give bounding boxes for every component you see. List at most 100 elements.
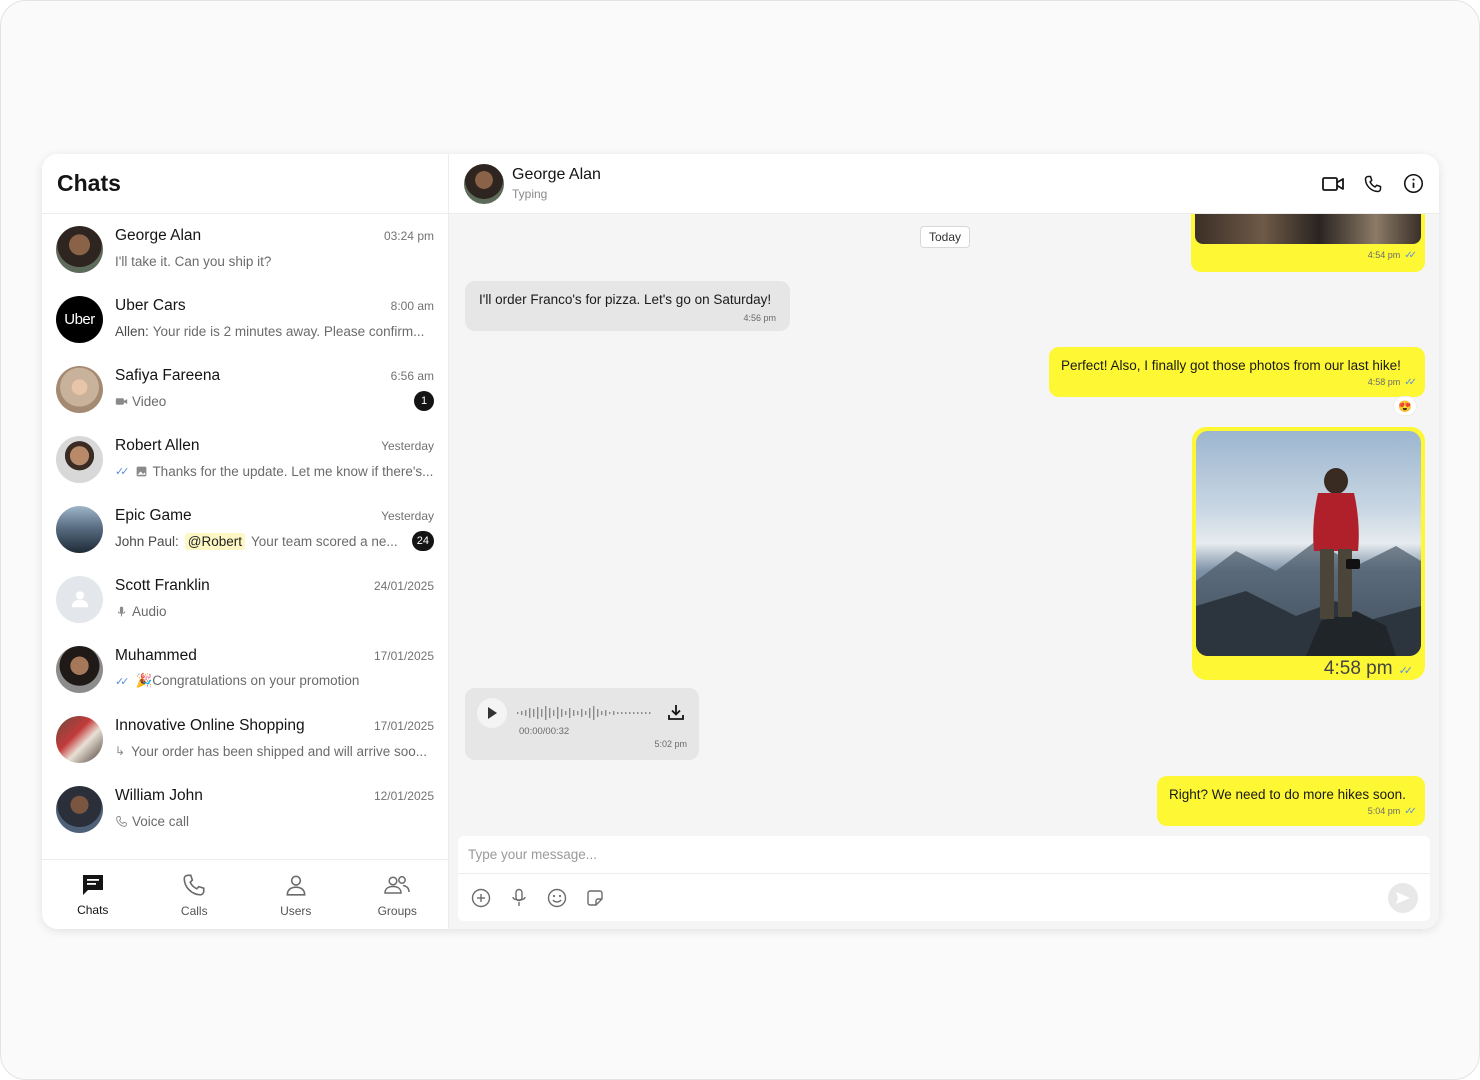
tab-calls[interactable]: Calls (144, 860, 246, 929)
preview-text: Voice call (132, 813, 190, 829)
message-time: 5:02 pm (654, 739, 687, 749)
preview-sender: Allen: (115, 323, 149, 339)
phone-icon (1364, 175, 1382, 192)
preview-text: Your team scored a ne... (251, 533, 398, 549)
message-meta: 4:58 pm ✓✓ (1061, 377, 1417, 388)
tab-groups[interactable]: Groups (347, 860, 449, 929)
chat-preview: Audio (115, 604, 434, 619)
image-icon (137, 466, 147, 476)
read-receipt-icon: ✓✓ (115, 675, 130, 688)
chat-preview: Voice call (115, 814, 434, 829)
message-meta: 5:04 pm ✓✓ (1169, 806, 1417, 817)
tab-label: Chats (77, 902, 109, 917)
info-button[interactable] (1402, 173, 1424, 195)
chat-item-robert-allen[interactable]: Robert Allen Yesterday ✓✓ Thanks for the… (42, 424, 448, 494)
chat-name: Epic Game (115, 507, 192, 524)
avatar[interactable] (464, 163, 504, 204)
video-call-button[interactable] (1322, 173, 1344, 195)
hiking-photo[interactable] (1196, 431, 1421, 656)
chat-item-william-john[interactable]: William John 12/01/2025 Voice call (42, 774, 448, 844)
avatar (56, 225, 103, 273)
chat-item-innovative-online-shopping[interactable]: Innovative Online Shopping 17/01/2025 ↳ … (42, 704, 448, 774)
chat-time: 8:00 am (390, 299, 434, 313)
chat-preview: I'll take it. Can you ship it? (115, 254, 434, 269)
play-icon (488, 707, 497, 719)
tab-chats[interactable]: Chats (42, 860, 144, 929)
chat-name: Muhammed (115, 647, 197, 664)
chat-list: George Alan 03:24 pm I'll take it. Can y… (42, 214, 448, 859)
mic-icon (117, 606, 126, 616)
contact-status: Typing (512, 187, 548, 201)
chat-item-george-alan[interactable]: George Alan 03:24 pm I'll take it. Can y… (42, 214, 448, 284)
bottom-tab-bar: Chats Calls Users Groups (42, 859, 448, 929)
read-receipt-icon: ✓✓ (1404, 806, 1417, 817)
chat-item-epic-game[interactable]: Epic Game Yesterday John Paul: @Robert Y… (42, 494, 448, 564)
chat-item-muhammed[interactable]: Muhammed 17/01/2025 ✓✓ 🎉Congratulations … (42, 634, 448, 704)
sticker-button[interactable] (584, 887, 606, 909)
chat-name: William John (115, 787, 203, 804)
chat-time: 17/01/2025 (373, 649, 434, 663)
sidebar: Chats George Alan 03:24 pm I'll take it.… (42, 154, 449, 929)
mention-tag[interactable]: @Robert (184, 532, 246, 550)
avatar: Uber (56, 295, 103, 343)
tab-label: Calls (180, 903, 208, 918)
message-text: Perfect! Also, I finally got those photo… (1061, 358, 1401, 373)
chat-app: Chats George Alan 03:24 pm I'll take it.… (42, 154, 1439, 929)
image-thumbnail[interactable] (1195, 214, 1421, 244)
voice-record-button[interactable] (508, 887, 530, 909)
video-camera-icon (1322, 176, 1344, 191)
read-receipt-icon: ✓✓ (1398, 665, 1414, 677)
phone-icon (183, 873, 205, 896)
chat-name: Innovative Online Shopping (115, 717, 305, 734)
download-button[interactable] (667, 703, 687, 723)
outgoing-message-bubble[interactable]: Right? We need to do more hikes soon. 5:… (1157, 776, 1425, 826)
audio-waveform (517, 706, 651, 720)
tab-label: Users (280, 903, 312, 918)
user-silhouette-icon (71, 591, 88, 608)
mic-icon (512, 888, 526, 906)
chat-item-uber-cars[interactable]: Uber Uber Cars 8:00 am Allen: Your ride … (42, 284, 448, 354)
chat-name: Scott Franklin (115, 577, 210, 594)
smiley-icon (547, 888, 567, 907)
avatar (56, 645, 103, 693)
read-receipt-icon: ✓✓ (115, 465, 130, 478)
emoji-button[interactable] (546, 887, 568, 909)
outgoing-message-bubble[interactable]: Perfect! Also, I finally got those photo… (1049, 347, 1425, 397)
composer-toolbar (458, 874, 1430, 921)
chat-item-safiya-fareena[interactable]: Safiya Fareena 6:56 am Video 1 (42, 354, 448, 424)
unread-badge: 24 (411, 531, 434, 551)
chat-name: Uber Cars (115, 297, 186, 314)
message-time: 4:56 pm (743, 313, 776, 323)
preview-text: Your order has been shipped and will arr… (131, 743, 427, 759)
incoming-message-bubble[interactable]: I'll order Franco's for pizza. Let's go … (465, 281, 790, 331)
contact-name[interactable]: George Alan (512, 166, 601, 184)
message-input[interactable] (468, 847, 1420, 862)
info-icon (1403, 173, 1423, 194)
preview-text: Audio (132, 603, 167, 619)
chat-preview: John Paul: @Robert Your team scored a ne… (115, 532, 404, 550)
image-message-bubble[interactable]: 4:54 pm ✓✓ (1191, 214, 1425, 272)
chat-preview: ↳ Your order has been shipped and will a… (115, 744, 434, 759)
attach-button[interactable] (470, 887, 492, 909)
message-composer (458, 836, 1430, 921)
voice-call-button[interactable] (1362, 173, 1384, 195)
send-button[interactable] (1388, 882, 1418, 913)
photo-scene (1196, 468, 1421, 656)
download-icon (668, 705, 684, 720)
message-time: 4:58 pm (1323, 658, 1393, 679)
avatar (56, 365, 103, 413)
read-receipt-icon: ✓✓ (1404, 250, 1417, 261)
play-button[interactable] (477, 698, 507, 728)
chat-preview: ✓✓ Thanks for the update. Let me know if… (115, 464, 434, 479)
preview-text: Video (132, 393, 167, 409)
audio-message-bubble[interactable]: 00:00/00:32 5:02 pm (465, 688, 699, 760)
chat-time: Yesterday (381, 439, 434, 453)
message-time: 4:54 pm (1367, 250, 1401, 260)
preview-text: 🎉Congratulations on your promotion (135, 673, 360, 688)
chat-time: Yesterday (381, 509, 434, 523)
reaction-badge[interactable]: 😍 (1393, 396, 1417, 416)
read-receipt-icon: ✓✓ (1404, 377, 1417, 388)
chat-item-scott-franklin[interactable]: Scott Franklin 24/01/2025 Audio (42, 564, 448, 634)
tab-users[interactable]: Users (245, 860, 347, 929)
image-message-bubble[interactable]: 4:58 pm ✓✓ (1192, 427, 1425, 680)
